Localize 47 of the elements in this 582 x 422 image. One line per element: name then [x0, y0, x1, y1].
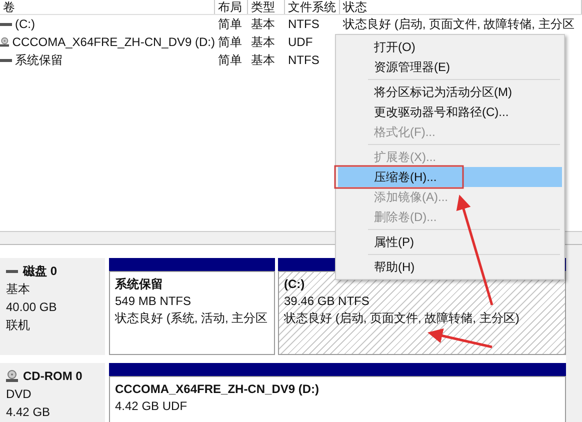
disk-info: 基本	[6, 281, 31, 298]
table-cell: UDF	[288, 35, 313, 49]
menu-item[interactable]: 打开(O)	[338, 37, 562, 57]
column-header[interactable]: 布局	[215, 0, 248, 14]
annotation-arrow	[428, 328, 492, 348]
partition-title: 系统保留	[115, 276, 163, 293]
partition-title: (C:)	[284, 276, 305, 293]
optical-drive-icon	[6, 370, 18, 382]
table-cell: NTFS	[288, 17, 320, 31]
partition-info: 4.42 GB UDF	[115, 398, 188, 415]
partition-info: 549 MB NTFS	[115, 293, 192, 310]
table-cell: 基本	[251, 53, 275, 67]
disk-name: CD-ROM 0	[23, 368, 82, 385]
disk-info: 40.00 GB	[6, 299, 58, 316]
menu-item[interactable]: 属性(P)	[338, 232, 562, 252]
partition-info: 39.46 GB NTFS	[284, 293, 370, 310]
table-cell: 简单	[218, 17, 242, 31]
vertical-scrollbar[interactable]	[566, 245, 582, 422]
table-cell: 状态良好 (启动, 页面文件, 故障转储, 主分区	[343, 17, 574, 31]
volume-name[interactable]: 系统保留	[15, 51, 63, 69]
table-cell: 基本	[251, 17, 275, 31]
menu-item[interactable]: 压缩卷(H)...	[338, 167, 562, 187]
partition-block[interactable]: CCCOMA_X64FRE_ZH-CN_DV9 (D:) 4.42 GB UDF	[109, 376, 566, 422]
volume-name[interactable]: (C:)	[15, 15, 35, 33]
table-cell: 简单	[218, 35, 242, 49]
menu-item[interactable]: 将分区标记为活动分区(M)	[338, 82, 562, 102]
disk-info: 4.42 GB	[6, 404, 52, 421]
table-cell: 基本	[251, 35, 275, 49]
menu-item[interactable]: 资源管理器(E)	[338, 57, 562, 77]
disk-info: DVD	[6, 386, 32, 403]
volume-name[interactable]: CCCOMA_X64FRE_ZH-CN_DV9 (D:)	[12, 33, 215, 51]
partition-info: 状态良好 (启动, 页面文件, 故障转储, 主分区)	[284, 310, 520, 327]
column-header[interactable]: 文件系统	[285, 0, 340, 14]
column-header[interactable]: 类型	[248, 0, 285, 14]
disk-name: 磁盘 0	[23, 263, 58, 280]
column-header[interactable]: 状态	[340, 0, 582, 14]
disk-info: 联机	[6, 317, 31, 334]
partition-block[interactable]: 系统保留 549 MB NTFS 状态良好 (系统, 活动, 主分区	[109, 271, 275, 355]
table-cell: 简单	[218, 53, 242, 67]
column-header[interactable]: 卷	[0, 0, 215, 14]
partition-title: CCCOMA_X64FRE_ZH-CN_DV9 (D:)	[115, 381, 320, 398]
table-cell: NTFS	[288, 53, 320, 67]
disk-label-panel[interactable]: 磁盘 0 基本 40.00 GB 联机	[0, 258, 105, 355]
disk-label-panel[interactable]: CD-ROM 0 DVD 4.42 GB	[0, 363, 105, 422]
menu-item[interactable]: 更改驱动器号和路径(C)...	[338, 102, 562, 122]
optical-drive-icon	[0, 36, 10, 48]
partition-info: 状态良好 (系统, 活动, 主分区	[115, 310, 268, 327]
